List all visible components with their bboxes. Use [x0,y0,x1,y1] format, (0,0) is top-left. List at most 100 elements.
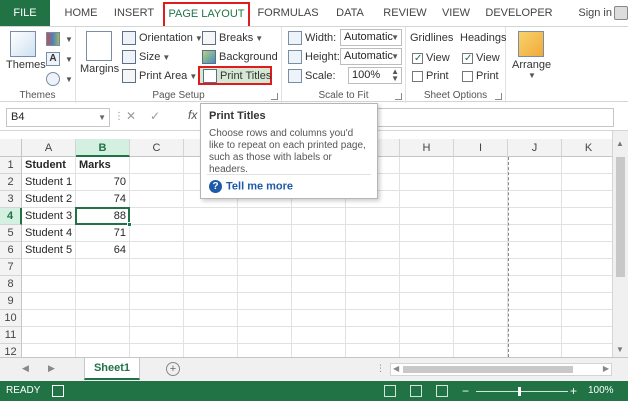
cell-d11[interactable] [184,327,238,344]
cell-f12[interactable] [292,344,346,357]
cell-i11[interactable] [454,327,508,344]
macro-record-icon[interactable] [52,385,64,397]
cell-k12[interactable] [562,344,612,357]
tab-data[interactable]: DATA [330,0,370,26]
cell-k9[interactable] [562,293,612,310]
cell-k11[interactable] [562,327,612,344]
cell-a10[interactable] [22,310,76,327]
cell-g12[interactable] [346,344,400,357]
row-header-10[interactable]: 10 [0,310,22,327]
vertical-scroll-thumb[interactable] [616,157,625,277]
account-icon[interactable] [614,6,628,20]
cell-b10[interactable] [76,310,130,327]
cell-c8[interactable] [130,276,184,293]
cell-b8[interactable] [76,276,130,293]
cell-f4[interactable] [292,208,346,225]
sheet-tab-sheet1[interactable]: Sheet1 [84,358,140,380]
cell-a6[interactable]: Student 5 [22,242,76,259]
cell-j3[interactable] [508,191,562,208]
theme-colors-button[interactable]: ▼ [46,31,73,47]
row-header-4[interactable]: 4 [0,208,22,225]
cell-j10[interactable] [508,310,562,327]
cell-g7[interactable] [346,259,400,276]
vertical-scrollbar[interactable]: ▲ ▼ [612,131,628,357]
scroll-right-icon[interactable]: ▶ [603,364,609,373]
cell-i9[interactable] [454,293,508,310]
insert-function-button[interactable]: fx [188,108,197,122]
zoom-level[interactable]: 100% [588,381,614,401]
cell-j6[interactable] [508,242,562,259]
cell-e10[interactable] [238,310,292,327]
page-break-view-icon[interactable] [436,385,448,397]
gridlines-print-checkbox[interactable]: Print [412,68,449,84]
headings-print-checkbox[interactable]: Print [462,68,499,84]
add-sheet-icon[interactable]: + [166,362,180,376]
cell-b9[interactable] [76,293,130,310]
col-header-i[interactable]: I [454,139,508,157]
cell-a9[interactable] [22,293,76,310]
cell-j4[interactable] [508,208,562,225]
cell-a4[interactable]: Student 3 [22,208,76,225]
cell-i4[interactable] [454,208,508,225]
cell-i8[interactable] [454,276,508,293]
page-setup-launcher-icon[interactable] [271,93,278,100]
cell-e12[interactable] [238,344,292,357]
theme-fonts-button[interactable]: A ▼ [46,51,73,67]
cell-d8[interactable] [184,276,238,293]
cell-g10[interactable] [346,310,400,327]
scroll-left-icon[interactable]: ◀ [393,364,399,373]
col-header-a[interactable]: A [22,139,76,157]
cell-e7[interactable] [238,259,292,276]
cell-f11[interactable] [292,327,346,344]
enter-icon[interactable]: ✓ [150,109,160,123]
cell-a12[interactable] [22,344,76,357]
tab-home[interactable]: HOME [60,0,102,26]
split-handle-icon[interactable]: ⋮ [376,363,385,374]
cell-f10[interactable] [292,310,346,327]
margins-button[interactable]: Margins [80,31,119,75]
cell-h6[interactable] [400,242,454,259]
height-select[interactable]: Automatic ▼ [340,48,402,65]
cell-f7[interactable] [292,259,346,276]
arrange-button[interactable]: Arrange ▼ [512,31,551,80]
cell-c12[interactable] [130,344,184,357]
cell-j1[interactable] [508,157,562,174]
cell-i12[interactable] [454,344,508,357]
cell-b1[interactable]: Marks [76,157,130,174]
cell-b2[interactable]: 70 [76,174,130,191]
row-header-11[interactable]: 11 [0,327,22,344]
cell-b11[interactable] [76,327,130,344]
row-header-8[interactable]: 8 [0,276,22,293]
col-header-j[interactable]: J [508,139,562,157]
size-button[interactable]: Size ▼ [122,49,170,65]
cell-d5[interactable] [184,225,238,242]
tab-insert[interactable]: INSERT [110,0,158,26]
tab-page-layout[interactable]: PAGE LAYOUT [163,2,250,26]
scroll-up-icon[interactable]: ▲ [616,139,624,148]
cell-c7[interactable] [130,259,184,276]
row-header-9[interactable]: 9 [0,293,22,310]
breaks-button[interactable]: Breaks ▼ [202,30,263,46]
cell-c5[interactable] [130,225,184,242]
cell-f6[interactable] [292,242,346,259]
cell-i5[interactable] [454,225,508,242]
cell-c4[interactable] [130,208,184,225]
cell-c10[interactable] [130,310,184,327]
cell-b6[interactable]: 64 [76,242,130,259]
cell-f8[interactable] [292,276,346,293]
next-sheet-icon[interactable]: ▶ [48,363,55,374]
scale-stepper[interactable]: 100% ▲ ▼ [348,67,402,84]
cell-c11[interactable] [130,327,184,344]
cell-j7[interactable] [508,259,562,276]
width-select[interactable]: Automatic ▼ [340,29,402,46]
cell-b3[interactable]: 74 [76,191,130,208]
cell-h7[interactable] [400,259,454,276]
cell-e8[interactable] [238,276,292,293]
cell-i7[interactable] [454,259,508,276]
gridlines-view-checkbox[interactable]: View [412,50,450,67]
prev-sheet-icon[interactable]: ◀ [22,363,29,374]
cell-a8[interactable] [22,276,76,293]
cell-i10[interactable] [454,310,508,327]
cell-g6[interactable] [346,242,400,259]
cell-f9[interactable] [292,293,346,310]
